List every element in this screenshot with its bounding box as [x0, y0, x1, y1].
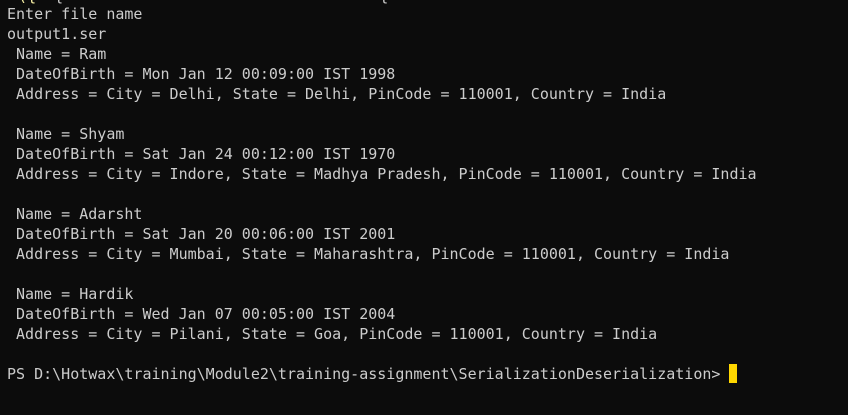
shell-prompt-line[interactable]: PS D:\Hotwax\training\Module2\training-a… — [7, 364, 738, 384]
record-address: Address = City = Indore, State = Madhya … — [7, 165, 757, 183]
shell-prompt: PS D:\Hotwax\training\Module2\training-a… — [7, 365, 721, 383]
record-name: Name = Ram — [7, 45, 107, 63]
record-address: Address = City = Mumbai, State = Maharas… — [7, 245, 730, 263]
record-name: Name = Hardik — [7, 285, 134, 303]
enter-file-name-prompt: Enter file name — [7, 5, 143, 23]
record-date-of-birth: DateOfBirth = Sat Jan 20 00:06:00 IST 20… — [7, 225, 396, 243]
text-cursor — [729, 364, 738, 383]
record-address: Address = City = Pilani, State = Goa, Pi… — [7, 325, 658, 343]
record-address: Address = City = Delhi, State = Delhi, P… — [7, 85, 667, 103]
terminal-window[interactable]: ({ { ▪ ▪ ▪ ▪ ▪ { ▪ Enter file name outpu… — [0, 0, 848, 415]
entered-file-name: output1.ser — [7, 25, 107, 43]
record-name: Name = Shyam — [7, 125, 125, 143]
record-date-of-birth: DateOfBirth = Wed Jan 07 00:05:00 IST 20… — [7, 305, 396, 323]
record-date-of-birth: DateOfBirth = Sat Jan 24 00:12:00 IST 19… — [7, 145, 396, 163]
record-name: Name = Adarsht — [7, 205, 143, 223]
record-date-of-birth: DateOfBirth = Mon Jan 12 00:09:00 IST 19… — [7, 65, 396, 83]
